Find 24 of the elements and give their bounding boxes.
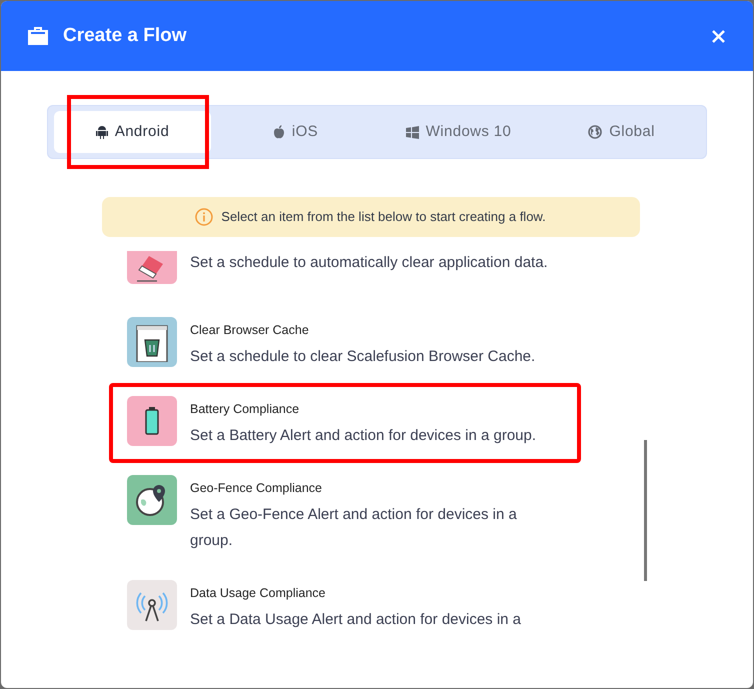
item-description: Set a schedule to automatically clear application data. bbox=[190, 253, 549, 273]
android-icon bbox=[96, 125, 108, 139]
item-title[interactable]: Geo-Fence Compliance bbox=[190, 479, 562, 497]
battery-icon bbox=[145, 407, 159, 435]
close-icon bbox=[712, 30, 724, 42]
item-title[interactable]: Data Usage Compliance bbox=[190, 584, 562, 602]
window-title: Create a Flow bbox=[63, 24, 187, 48]
item-description: Set a Data Usage Alert and action for devices in a bbox=[190, 610, 522, 630]
info-text: Select an item from the list below to start creating a flow. bbox=[221, 208, 546, 226]
platform-tab[interactable]: Global bbox=[543, 111, 700, 153]
briefcase-icon bbox=[27, 26, 49, 46]
windows-icon bbox=[406, 126, 419, 138]
globe-icon bbox=[588, 125, 602, 139]
item-title[interactable]: Battery Compliance bbox=[190, 400, 562, 418]
close-button[interactable] bbox=[709, 27, 727, 45]
item-description: Set a Battery Alert and action for devices in a group. bbox=[190, 426, 538, 446]
item-title[interactable]: Clear Browser Cache bbox=[190, 321, 562, 339]
platform-tab[interactable]: iOS bbox=[217, 111, 374, 153]
platform-tab[interactable]: Windows 10 bbox=[380, 111, 537, 153]
apple-icon bbox=[272, 125, 285, 139]
item-description: Set a Geo-Fence Alert and action for devices in a group. bbox=[190, 505, 518, 551]
info-icon bbox=[195, 208, 214, 226]
item-description: Set a schedule to clear Scalefusion Browser Cache. bbox=[190, 347, 536, 367]
platform-tab[interactable]: Android bbox=[54, 111, 211, 153]
